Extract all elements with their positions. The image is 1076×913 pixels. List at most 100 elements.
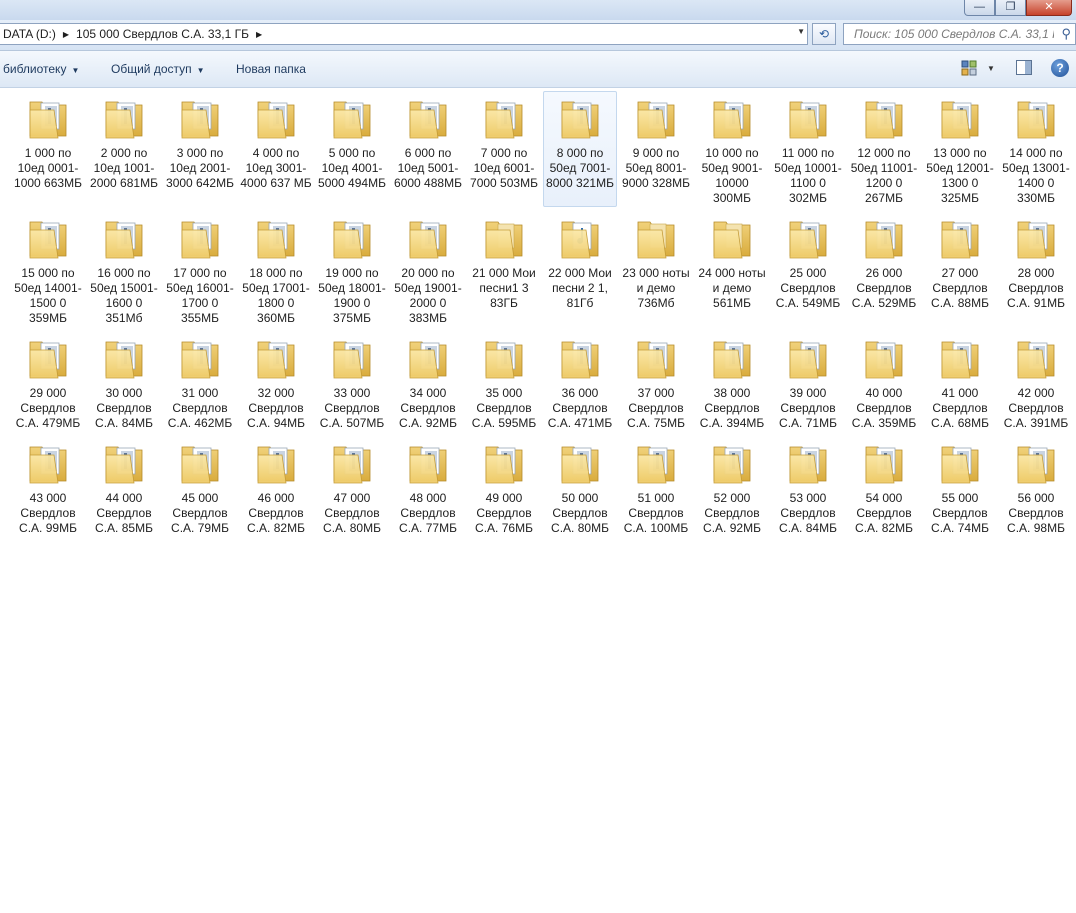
view-options-icon[interactable]	[961, 60, 977, 76]
folder-item[interactable]: 44 000 Свердлов С.А. 85МБ	[87, 436, 161, 537]
folder-docs-icon	[480, 439, 528, 487]
folder-label: 40 000 Свердлов С.А. 359МБ	[851, 386, 917, 430]
folder-docs-icon	[252, 214, 300, 262]
folder-item[interactable]: 1 000 по 10ед 0001-1000 663МБ	[11, 91, 85, 207]
folder-label: 56 000 Свердлов С.А. 98МБ	[1007, 491, 1065, 535]
folder-docs-icon	[328, 439, 376, 487]
folder-item[interactable]: 52 000 Свердлов С.А. 92МБ	[695, 436, 769, 537]
breadcrumb-separator-icon[interactable]: ▶	[60, 30, 72, 39]
folder-label: 42 000 Свердлов С.А. 391МБ	[1003, 386, 1069, 430]
folder-item[interactable]: 4 000 по 10ед 3001-4000 637 МБ	[239, 91, 313, 207]
preview-pane-icon[interactable]	[1016, 60, 1032, 75]
address-dropdown-icon[interactable]: ▼	[797, 27, 805, 36]
folder-item[interactable]: 46 000 Свердлов С.А. 82МБ	[239, 436, 313, 537]
folder-item[interactable]: 27 000 Свердлов С.А. 88МБ	[923, 211, 997, 327]
folder-item[interactable]: 36 000 Свердлов С.А. 471МБ	[543, 331, 617, 432]
folder-item[interactable]: 48 000 Свердлов С.А. 77МБ	[391, 436, 465, 537]
breadcrumb-drive[interactable]: DATA (D:)	[0, 27, 60, 41]
folder-docs-icon	[860, 439, 908, 487]
folder-docs-icon	[24, 334, 72, 382]
folder-item[interactable]: 50 000 Свердлов С.А. 80МБ	[543, 436, 617, 537]
folder-item[interactable]: 22 000 Мои песни 2 1, 81Гб	[543, 211, 617, 327]
folder-item[interactable]: 2 000 по 10ед 1001-2000 681МБ	[87, 91, 161, 207]
maximize-button[interactable]: ❐	[995, 0, 1026, 16]
folder-docs-icon	[708, 439, 756, 487]
folder-item[interactable]: 23 000 ноты и демо 736Мб	[619, 211, 693, 327]
folder-item[interactable]: 9 000 по 50ед 8001-9000 328МБ	[619, 91, 693, 207]
folder-item[interactable]: 20 000 по 50ед 19001-2000 0 383МБ	[391, 211, 465, 327]
folder-item[interactable]: 15 000 по 50ед 14001-1500 0 359МБ	[11, 211, 85, 327]
folder-item[interactable]: 28 000 Свердлов С.А. 91МБ	[999, 211, 1073, 327]
folder-item[interactable]: 38 000 Свердлов С.А. 394МБ	[695, 331, 769, 432]
folder-item[interactable]: 29 000 Свердлов С.А. 479МБ	[11, 331, 85, 432]
folder-item[interactable]: 7 000 по 10ед 6001-7000 503МБ	[467, 91, 541, 207]
folder-item[interactable]: 43 000 Свердлов С.А. 99МБ	[11, 436, 85, 537]
folder-label: 7 000 по 10ед 6001-7000 503МБ	[470, 146, 538, 190]
folder-docs-icon	[1012, 334, 1060, 382]
address-bar[interactable]: DATA (D:) ▶ 105 000 Свердлов С.А. 33,1 Г…	[0, 23, 808, 45]
folder-docs-icon	[556, 334, 604, 382]
folder-item[interactable]: 18 000 по 50ед 17001-1800 0 360МБ	[239, 211, 313, 327]
folder-item[interactable]: 16 000 по 50ед 15001-1600 0 351Мб	[87, 211, 161, 327]
folder-item[interactable]: 42 000 Свердлов С.А. 391МБ	[999, 331, 1073, 432]
folder-item[interactable]: 33 000 Свердлов С.А. 507МБ	[315, 331, 389, 432]
new-folder-button[interactable]: Новая папка	[236, 62, 306, 76]
folder-item[interactable]: 31 000 Свердлов С.А. 462МБ	[163, 331, 237, 432]
folder-item[interactable]: 53 000 Свердлов С.А. 84МБ	[771, 436, 845, 537]
folder-label: 22 000 Мои песни 2 1, 81Гб	[548, 266, 612, 310]
folder-item[interactable]: 19 000 по 50ед 18001-1900 0 375МБ	[315, 211, 389, 327]
folder-item[interactable]: 26 000 Свердлов С.А. 529МБ	[847, 211, 921, 327]
folder-item[interactable]: 10 000 по 50ед 9001-10000 300МБ	[695, 91, 769, 207]
folder-label: 3 000 по 10ед 2001-3000 642МБ	[166, 146, 234, 190]
folder-item[interactable]: 30 000 Свердлов С.А. 84МБ	[87, 331, 161, 432]
folder-label: 9 000 по 50ед 8001-9000 328МБ	[622, 146, 690, 190]
help-icon[interactable]: ?	[1051, 59, 1069, 77]
refresh-button[interactable]: ⟲	[812, 23, 836, 45]
folder-item[interactable]: 5 000 по 10ед 4001-5000 494МБ	[315, 91, 389, 207]
folder-docs-icon	[936, 334, 984, 382]
breadcrumb-separator-icon[interactable]: ▶	[253, 30, 265, 39]
folder-item[interactable]: 54 000 Свердлов С.А. 82МБ	[847, 436, 921, 537]
folder-item[interactable]: 49 000 Свердлов С.А. 76МБ	[467, 436, 541, 537]
command-bar: библиотеку ▼ Общий доступ ▼ Новая папка ▼ …	[0, 51, 1076, 88]
folder-item[interactable]: 41 000 Свердлов С.А. 68МБ	[923, 331, 997, 432]
folder-item[interactable]: 21 000 Мои песни1 3 83ГБ	[467, 211, 541, 327]
folder-item[interactable]: 45 000 Свердлов С.А. 79МБ	[163, 436, 237, 537]
folder-docs-icon	[24, 214, 72, 262]
folder-item[interactable]: 25 000 Свердлов С.А. 549МБ	[771, 211, 845, 327]
folder-item[interactable]: 11 000 по 50ед 10001-1100 0 302МБ	[771, 91, 845, 207]
minimize-button[interactable]: —	[964, 0, 995, 16]
folder-plain-icon	[480, 214, 528, 262]
close-button[interactable]: ✕	[1026, 0, 1072, 16]
folder-item[interactable]: 56 000 Свердлов С.А. 98МБ	[999, 436, 1073, 537]
share-menu[interactable]: Общий доступ ▼	[111, 62, 205, 76]
folder-label: 28 000 Свердлов С.А. 91МБ	[1007, 266, 1065, 310]
folder-item[interactable]: 17 000 по 50ед 16001-1700 0 355МБ	[163, 211, 237, 327]
folder-item[interactable]: 3 000 по 10ед 2001-3000 642МБ	[163, 91, 237, 207]
folder-item[interactable]: 40 000 Свердлов С.А. 359МБ	[847, 331, 921, 432]
folder-item[interactable]: 34 000 Свердлов С.А. 92МБ	[391, 331, 465, 432]
folder-item[interactable]: 24 000 ноты и демо 561МБ	[695, 211, 769, 327]
search-icon[interactable]: ⚲	[1061, 26, 1071, 42]
search-input[interactable]	[852, 26, 1056, 42]
folder-item[interactable]: 32 000 Свердлов С.А. 94МБ	[239, 331, 313, 432]
folder-item[interactable]: 35 000 Свердлов С.А. 595МБ	[467, 331, 541, 432]
folder-item[interactable]: 14 000 по 50ед 13001-1400 0 330МБ	[999, 91, 1073, 207]
folder-item[interactable]: 12 000 по 50ед 11001-1200 0 267МБ	[847, 91, 921, 207]
folder-item[interactable]: 47 000 Свердлов С.А. 80МБ	[315, 436, 389, 537]
breadcrumb-folder[interactable]: 105 000 Свердлов С.А. 33,1 ГБ	[72, 27, 253, 41]
folder-label: 21 000 Мои песни1 3 83ГБ	[472, 266, 536, 310]
view-dropdown-icon[interactable]: ▼	[987, 64, 995, 73]
folder-item[interactable]: 8 000 по 50ед 7001-8000 321МБ	[543, 91, 617, 207]
folder-item[interactable]: 6 000 по 10ед 5001-6000 488МБ	[391, 91, 465, 207]
folder-docs-icon	[404, 94, 452, 142]
search-box[interactable]: ⚲	[843, 23, 1076, 45]
folder-docs-icon	[860, 94, 908, 142]
folder-item[interactable]: 37 000 Свердлов С.А. 75МБ	[619, 331, 693, 432]
folder-item[interactable]: 55 000 Свердлов С.А. 74МБ	[923, 436, 997, 537]
folder-item[interactable]: 51 000 Свердлов С.А. 100МБ	[619, 436, 693, 537]
folder-label: 24 000 ноты и демо 561МБ	[698, 266, 766, 310]
folder-item[interactable]: 13 000 по 50ед 12001-1300 0 325МБ	[923, 91, 997, 207]
add-to-library-menu[interactable]: библиотеку ▼	[3, 62, 79, 76]
folder-item[interactable]: 39 000 Свердлов С.А. 71МБ	[771, 331, 845, 432]
